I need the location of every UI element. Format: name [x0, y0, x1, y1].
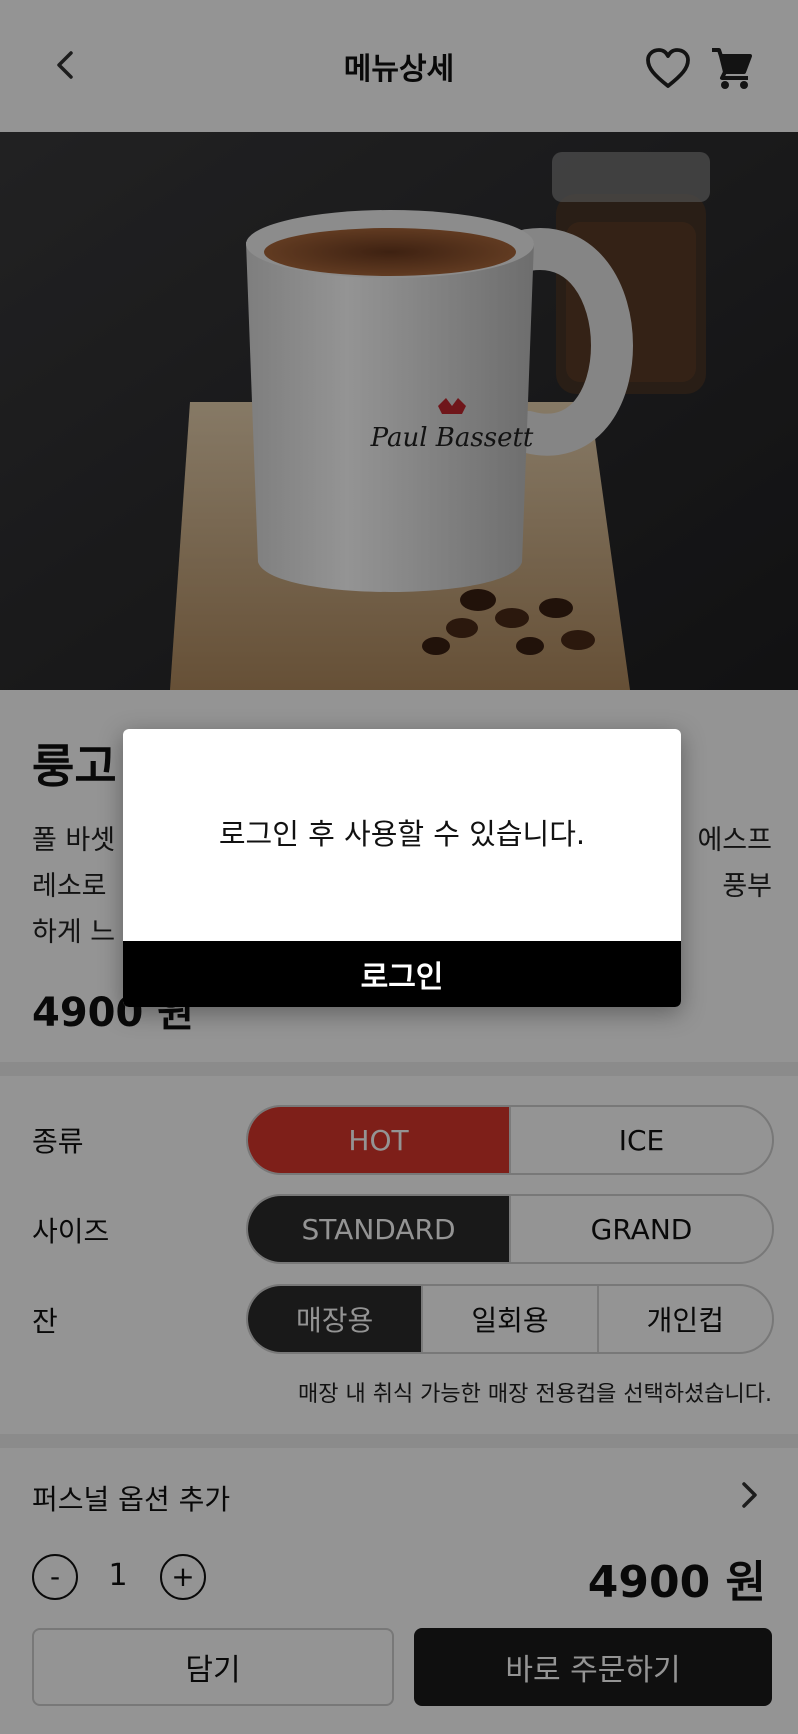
login-required-dialog: 로그인 후 사용할 수 있습니다. 로그인 [123, 729, 681, 1007]
dialog-message: 로그인 후 사용할 수 있습니다. [218, 817, 586, 851]
login-button[interactable]: 로그인 [123, 941, 681, 1007]
